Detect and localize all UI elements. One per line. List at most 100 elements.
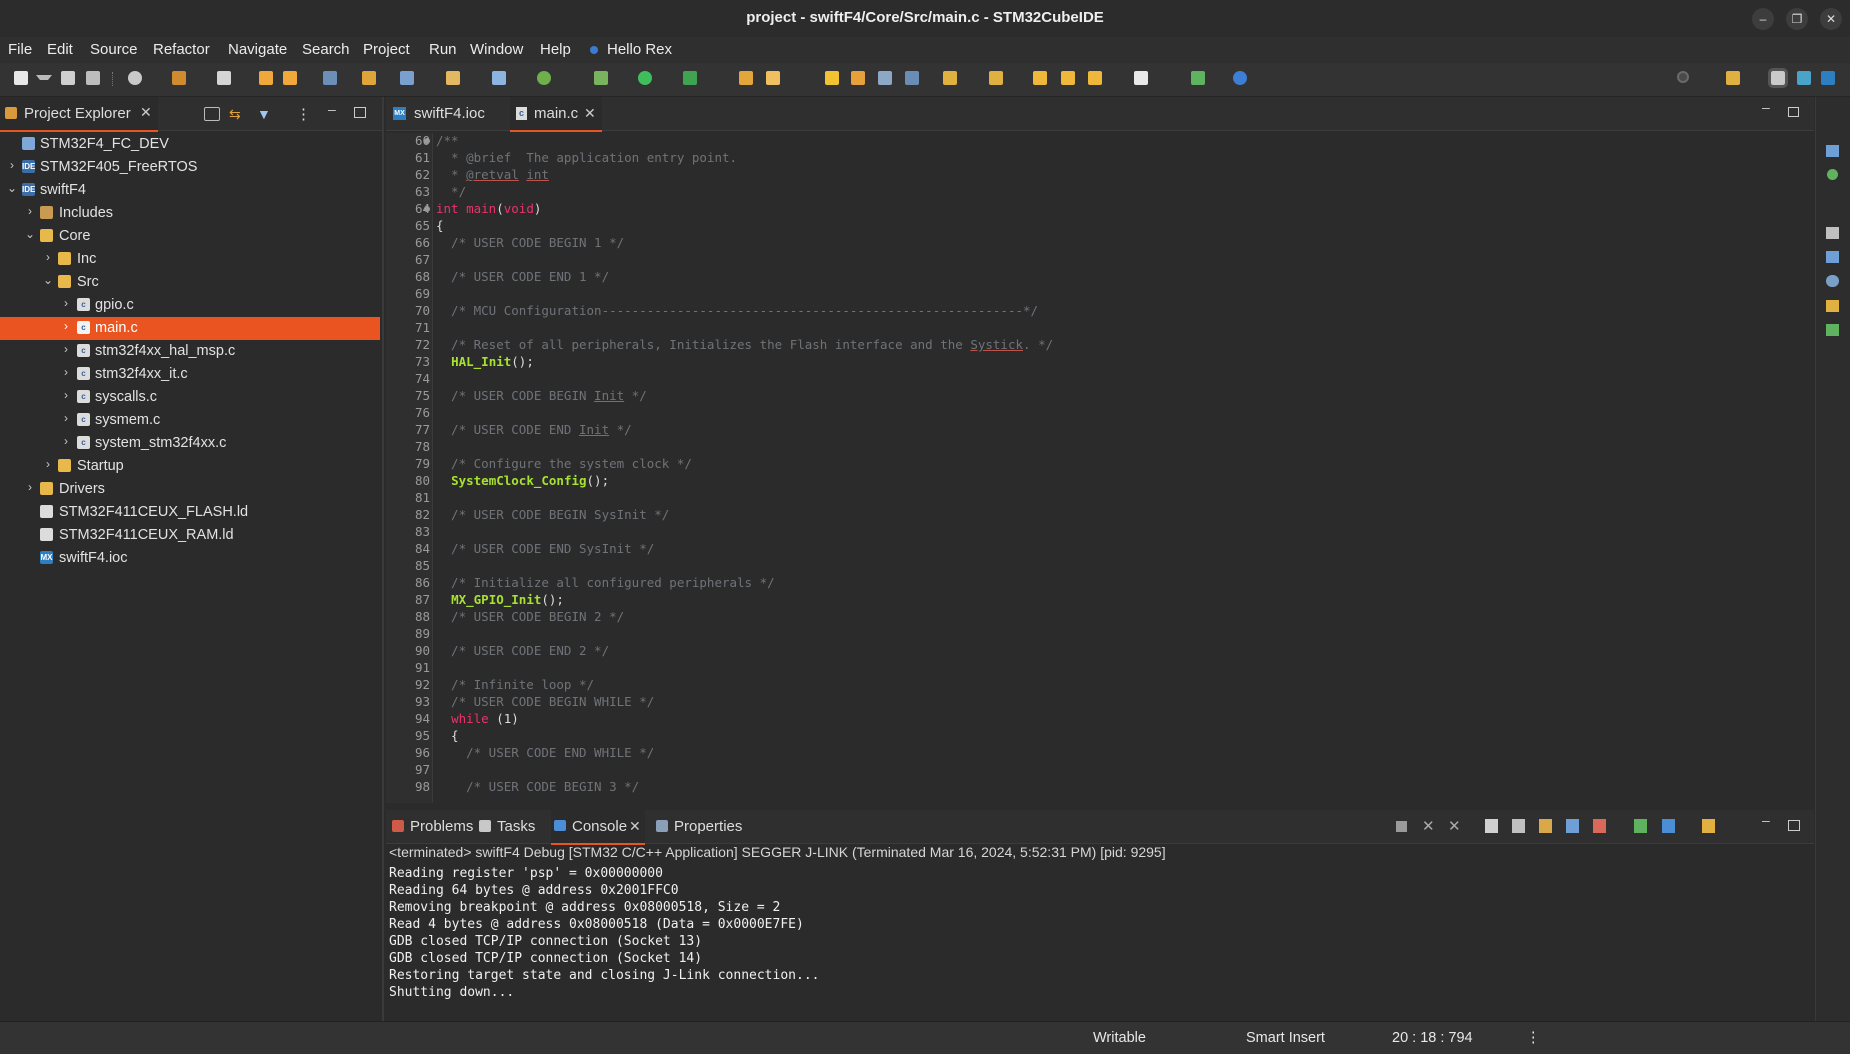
code-line[interactable]: 86 /* Initialize all configured peripher… — [386, 575, 1806, 592]
code-line[interactable]: 67 — [386, 252, 1806, 269]
close-icon[interactable]: ✕ — [584, 105, 596, 122]
code-line[interactable]: 88 /* USER CODE BEGIN 2 */ — [386, 609, 1806, 626]
chevron-right-icon[interactable]: › — [24, 204, 36, 218]
chevron-right-icon[interactable]: › — [6, 158, 18, 172]
c-cpp-perspective-icon[interactable] — [1768, 68, 1788, 88]
tree-item-drivers[interactable]: › Drivers — [0, 478, 380, 501]
tree-item-swiftf4-ioc[interactable]: MX swiftF4.ioc — [0, 547, 380, 570]
show-whitespace-icon[interactable] — [905, 71, 919, 85]
tree-item-syscalls-c[interactable]: › c syscalls.c — [0, 386, 380, 409]
tree-item-gpio-c[interactable]: › c gpio.c — [0, 294, 380, 317]
code-line[interactable]: 98 /* USER CODE BEGIN 3 */ — [386, 779, 1806, 796]
open-console-icon[interactable] — [1702, 819, 1715, 833]
tree-item-flash-ld[interactable]: STM32F411CEUX_FLASH.ld — [0, 501, 380, 524]
code-line[interactable]: 62 * @retval int — [386, 167, 1806, 184]
debug-config-icon[interactable] — [217, 71, 231, 85]
forward-icon[interactable] — [1134, 71, 1148, 85]
code-line[interactable]: 85 — [386, 558, 1806, 575]
code-line[interactable]: 73 HAL_Init(); — [386, 354, 1806, 371]
chevron-right-icon[interactable]: › — [42, 457, 54, 471]
build-targets-icon[interactable] — [1827, 169, 1838, 180]
view-menu-icon[interactable]: ⋮ — [296, 105, 311, 123]
menu-search[interactable]: Search — [302, 41, 350, 58]
chevron-right-icon[interactable]: › — [60, 319, 72, 333]
sfr-icon[interactable] — [1826, 275, 1839, 287]
filter-icon[interactable]: ▼ — [257, 106, 271, 122]
tree-item-main-c[interactable]: › c main.c — [0, 317, 380, 340]
code-line[interactable]: 64 int main(void) — [386, 201, 1806, 218]
remove-launch-icon[interactable]: ✕ — [1422, 817, 1435, 835]
chevron-down-icon[interactable]: ⌄ — [42, 273, 54, 287]
code-line[interactable]: 87 MX_GPIO_Init(); — [386, 592, 1806, 609]
code-line[interactable]: 76 — [386, 405, 1806, 422]
tab-main-c[interactable]: c main.c ✕ — [510, 97, 602, 132]
menu-refactor[interactable]: Refactor — [153, 41, 210, 58]
code-line[interactable]: 92 /* Infinite loop */ — [386, 677, 1806, 694]
code-line[interactable]: 90 /* USER CODE END 2 */ — [386, 643, 1806, 660]
code-line[interactable]: 94 while (1) — [386, 711, 1806, 728]
chevron-down-icon[interactable]: ⌄ — [24, 227, 36, 241]
code-line[interactable]: 80 SystemClock_Config(); — [386, 473, 1806, 490]
code-line[interactable]: 72 /* Reset of all peripherals, Initiali… — [386, 337, 1806, 354]
tree-item-system-stm32f4xx-c[interactable]: › c system_stm32f4xx.c — [0, 432, 380, 455]
new-file-icon[interactable] — [492, 71, 506, 85]
tree-item-stm32f4xx-hal-msp-c[interactable]: › c stm32f4xx_hal_msp.c — [0, 340, 380, 363]
minimize-panel-icon[interactable]: – — [1762, 812, 1770, 828]
fold-marker-icon[interactable] — [424, 206, 430, 212]
code-line[interactable]: 70 /* MCU Configuration-----------------… — [386, 303, 1806, 320]
code-line[interactable]: 75 /* USER CODE BEGIN Init */ — [386, 388, 1806, 405]
chevron-right-icon[interactable]: › — [60, 342, 72, 356]
external-tools-icon[interactable] — [362, 71, 376, 85]
block-selection-icon[interactable] — [878, 71, 892, 85]
tree-item-stm32f4xx-it-c[interactable]: › c stm32f4xx_it.c — [0, 363, 380, 386]
menu-hello-rex[interactable]: Hello Rex — [607, 41, 672, 58]
minimize-panel-icon[interactable]: – — [1762, 99, 1770, 115]
menu-file[interactable]: File — [8, 41, 32, 58]
save-icon[interactable] — [61, 71, 75, 85]
show-on-stderr-icon[interactable] — [1593, 819, 1606, 833]
menu-run[interactable]: Run — [429, 41, 457, 58]
tab-console[interactable]: Console ✕ — [551, 810, 645, 845]
search-icon[interactable] — [1677, 71, 1689, 83]
menu-source[interactable]: Source — [90, 41, 138, 58]
back-icon[interactable] — [1088, 71, 1102, 85]
terminate-icon[interactable] — [1396, 821, 1407, 832]
mx-perspective-icon[interactable] — [1821, 71, 1835, 85]
chevron-right-icon[interactable]: › — [60, 411, 72, 425]
perspective-icon[interactable] — [1726, 71, 1740, 85]
tab-tasks[interactable]: Tasks — [479, 810, 539, 843]
code-line[interactable]: 79 /* Configure the system clock */ — [386, 456, 1806, 473]
save-all-icon[interactable] — [86, 71, 100, 85]
code-line[interactable]: 83 — [386, 524, 1806, 541]
new-project-icon[interactable] — [400, 71, 414, 85]
code-line[interactable]: 81 — [386, 490, 1806, 507]
console-output[interactable]: Reading register 'psp' = 0x00000000 Readi… — [386, 866, 1814, 1018]
chevron-right-icon[interactable]: › — [24, 480, 36, 494]
open-element-icon[interactable] — [766, 71, 780, 85]
static-stack-icon[interactable] — [1826, 227, 1839, 239]
tree-item-ram-ld[interactable]: STM32F411CEUX_RAM.ld — [0, 524, 380, 547]
tab-project-explorer[interactable]: Project Explorer ✕ — [0, 97, 158, 132]
maximize-panel-icon[interactable] — [1788, 820, 1800, 831]
redo-icon[interactable] — [283, 71, 297, 85]
refresh-icon[interactable] — [537, 71, 551, 85]
build-hammer-icon[interactable] — [172, 71, 186, 85]
mark-occurrences-icon[interactable] — [825, 71, 839, 85]
scroll-lock-icon[interactable] — [1512, 819, 1525, 833]
forward-edit-icon[interactable] — [1061, 71, 1075, 85]
tab-swiftf4-ioc[interactable]: MX swiftF4.ioc — [386, 97, 504, 130]
fold-marker-icon[interactable] — [424, 138, 430, 144]
code-line[interactable]: 61 * @brief The application entry point. — [386, 150, 1806, 167]
code-line[interactable]: 77 /* USER CODE END Init */ — [386, 422, 1806, 439]
code-line[interactable]: 91 — [386, 660, 1806, 677]
debug-perspective-icon[interactable] — [1797, 71, 1811, 85]
link-with-editor-icon[interactable]: ⇆ — [229, 106, 241, 123]
show-on-stdout-icon[interactable] — [1566, 819, 1579, 833]
tree-item-stm32f4-fc-dev[interactable]: STM32F4_FC_DEV — [0, 133, 380, 156]
menu-edit[interactable]: Edit — [47, 41, 73, 58]
toggle-link-icon[interactable] — [851, 71, 865, 85]
code-area[interactable]: 60/** 61 * @brief The application entry p… — [386, 133, 1814, 803]
code-line[interactable]: 63 */ — [386, 184, 1806, 201]
open-type-icon[interactable] — [739, 71, 753, 85]
minimize-button[interactable]: – — [1752, 8, 1774, 30]
